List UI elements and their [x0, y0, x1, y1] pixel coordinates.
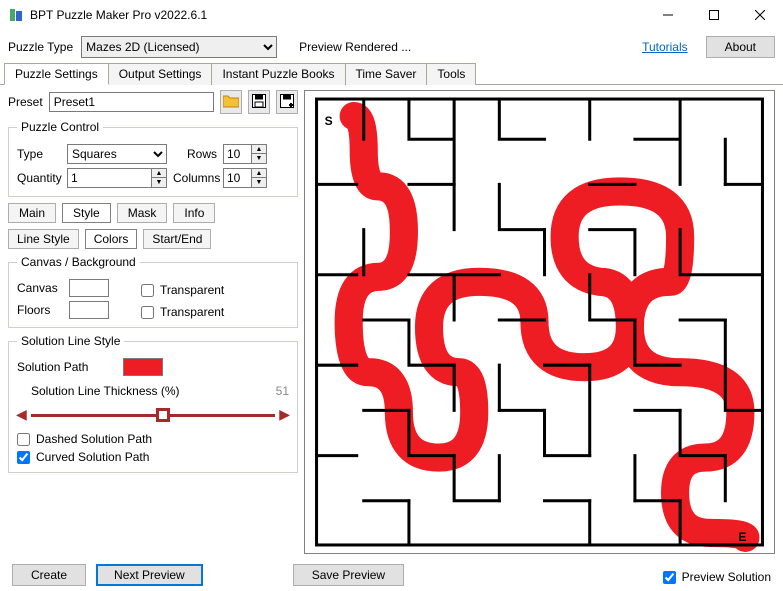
canvas-bg-group: Canvas / Background Canvas Transparent F… — [8, 255, 298, 328]
preset-row: Preset — [8, 90, 298, 114]
bottom-bar: Create Next Preview Save Preview Preview… — [0, 554, 783, 586]
columns-up[interactable]: ▲ — [252, 169, 266, 178]
tab-output-settings[interactable]: Output Settings — [108, 63, 213, 85]
content-area: Preset Puzzle Control Type Squares Rows … — [0, 85, 783, 554]
close-button[interactable] — [737, 0, 783, 30]
puzzle-type-label: Puzzle Type — [8, 40, 73, 54]
top-row: Puzzle Type Mazes 2D (Licensed) Preview … — [0, 30, 783, 62]
save-preview-button[interactable]: Save Preview — [293, 564, 404, 586]
next-preview-button[interactable]: Next Preview — [96, 564, 203, 586]
preview-solution-check[interactable]: Preview Solution — [663, 570, 771, 584]
columns-label: Columns — [173, 171, 217, 185]
tutorials-link[interactable]: Tutorials — [642, 40, 688, 54]
subtab-style[interactable]: Style — [62, 203, 111, 223]
puzzle-control-group: Puzzle Control Type Squares Rows ▲▼ Quan… — [8, 120, 298, 197]
quantity-label: Quantity — [17, 171, 61, 185]
preset-input[interactable] — [49, 92, 214, 112]
type-select[interactable]: Squares — [67, 144, 167, 164]
maze-preview: S E — [304, 90, 775, 554]
save-icon — [252, 94, 266, 111]
canvas-transparent-check[interactable]: Transparent — [141, 283, 224, 297]
preset-save-button[interactable] — [248, 90, 270, 114]
puzzle-type-select[interactable]: Mazes 2D (Licensed) — [81, 36, 277, 58]
maze-end-label: E — [738, 530, 746, 544]
about-button[interactable]: About — [706, 36, 775, 58]
columns-down[interactable]: ▼ — [252, 178, 266, 187]
canvas-label: Canvas — [17, 281, 63, 295]
subtab2-colors[interactable]: Colors — [85, 229, 138, 249]
minimize-button[interactable] — [645, 0, 691, 30]
folder-icon — [223, 94, 239, 111]
style-subtabbar: Line Style Colors Start/End — [8, 229, 298, 249]
rows-down[interactable]: ▼ — [252, 154, 266, 163]
floors-label: Floors — [17, 303, 63, 317]
slider-left-arrow-icon: ◀ — [16, 406, 27, 423]
thickness-label: Solution Line Thickness (%) — [17, 384, 270, 398]
rows-label: Rows — [173, 147, 217, 161]
columns-input[interactable] — [223, 168, 251, 188]
quantity-input[interactable] — [67, 168, 151, 188]
rows-input[interactable] — [223, 144, 251, 164]
main-tabstrip: Puzzle Settings Output Settings Instant … — [0, 62, 783, 85]
maximize-button[interactable] — [691, 0, 737, 30]
style-tabbar: Main Style Mask Info — [8, 203, 298, 223]
tab-tools[interactable]: Tools — [426, 63, 476, 85]
thickness-value: 51 — [276, 384, 289, 398]
subtab-info[interactable]: Info — [173, 203, 215, 223]
dashed-path-check[interactable]: Dashed Solution Path — [17, 432, 289, 446]
type-label: Type — [17, 147, 61, 161]
thickness-slider[interactable]: ◀ ▶ — [19, 404, 287, 428]
canvas-color-swatch[interactable] — [69, 279, 109, 297]
preset-open-button[interactable] — [220, 90, 242, 114]
rows-up[interactable]: ▲ — [252, 145, 266, 154]
status-text: Preview Rendered ... — [299, 40, 411, 54]
solution-style-legend: Solution Line Style — [17, 334, 124, 348]
preset-label: Preset — [8, 95, 43, 109]
save-plus-icon — [280, 94, 294, 111]
puzzle-control-legend: Puzzle Control — [17, 120, 103, 134]
left-panel: Preset Puzzle Control Type Squares Rows … — [8, 90, 298, 554]
solution-path-swatch[interactable] — [123, 358, 163, 376]
quantity-up[interactable]: ▲ — [152, 169, 166, 178]
subtab-mask[interactable]: Mask — [117, 203, 168, 223]
curved-path-check[interactable]: Curved Solution Path — [17, 450, 289, 464]
canvas-bg-legend: Canvas / Background — [17, 255, 140, 269]
titlebar: BPT Puzzle Maker Pro v2022.6.1 — [0, 0, 783, 30]
subtab2-start-end[interactable]: Start/End — [143, 229, 211, 249]
tab-puzzle-settings[interactable]: Puzzle Settings — [4, 63, 109, 85]
create-button[interactable]: Create — [12, 564, 86, 586]
subtab-main[interactable]: Main — [8, 203, 56, 223]
quantity-down[interactable]: ▼ — [152, 178, 166, 187]
window-title: BPT Puzzle Maker Pro v2022.6.1 — [30, 8, 645, 22]
solution-path-label: Solution Path — [17, 360, 117, 374]
tab-time-saver[interactable]: Time Saver — [345, 63, 428, 85]
app-icon — [8, 7, 24, 23]
solution-style-group: Solution Line Style Solution Path Soluti… — [8, 334, 298, 473]
floors-color-swatch[interactable] — [69, 301, 109, 319]
slider-right-arrow-icon: ▶ — [279, 406, 290, 423]
subtab2-line-style[interactable]: Line Style — [8, 229, 79, 249]
floors-transparent-check[interactable]: Transparent — [141, 305, 224, 319]
maze-start-label: S — [325, 114, 333, 128]
preset-save-as-button[interactable] — [276, 90, 298, 114]
tab-instant-puzzle-books[interactable]: Instant Puzzle Books — [211, 63, 345, 85]
